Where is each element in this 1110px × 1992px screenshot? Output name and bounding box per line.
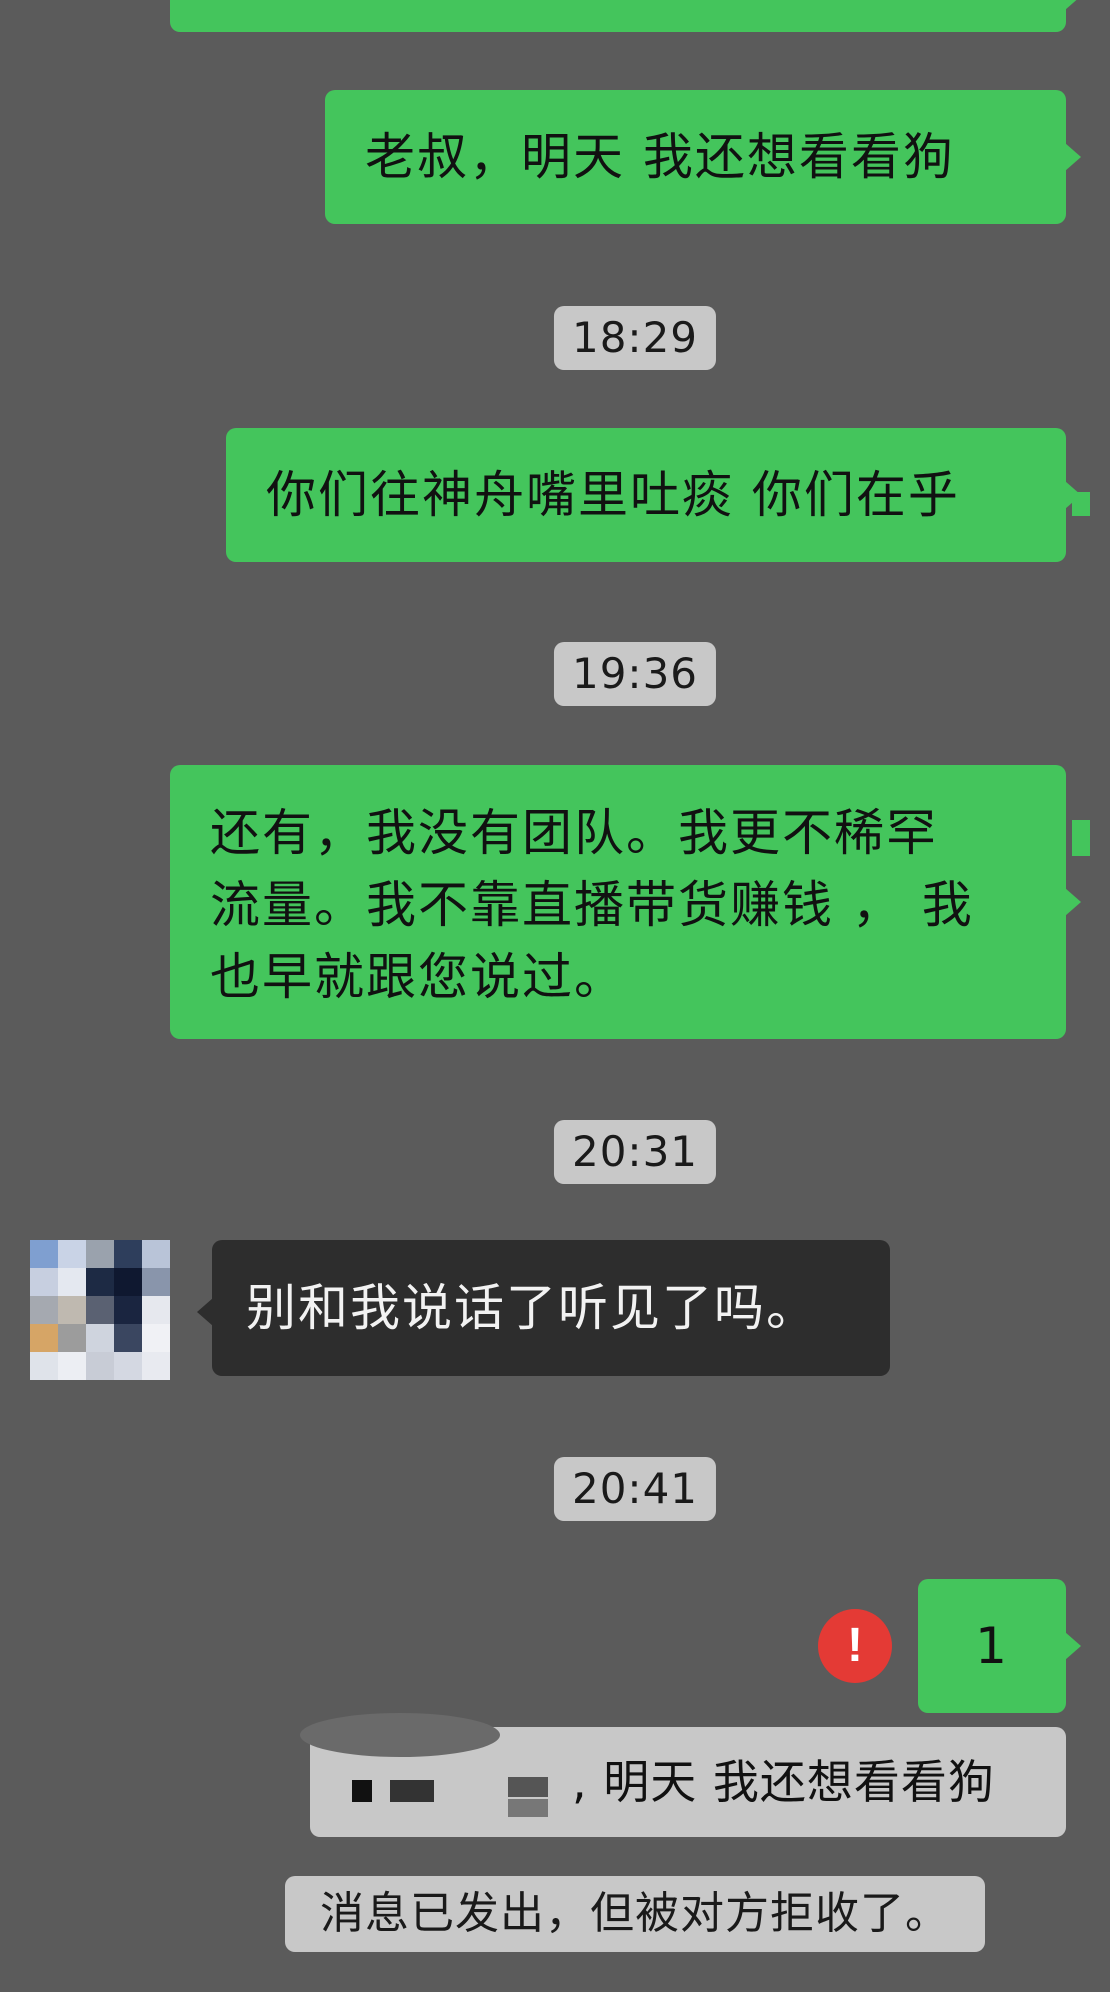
timestamp: 19:36: [553, 642, 717, 706]
message-line: 流量。我不靠直播带货赚钱 ， 我: [210, 876, 974, 934]
message-line: 还有，我没有团队。我更不稀罕: [210, 804, 938, 862]
timestamp: 20:41: [553, 1457, 717, 1521]
send-failed-icon[interactable]: !: [818, 1609, 892, 1683]
contact-avatar[interactable]: [30, 1240, 170, 1380]
outgoing-message[interactable]: 你们往神舟嘴里吐痰 你们在乎: [226, 428, 1081, 562]
timestamp: 18:29: [553, 306, 717, 370]
edge-fragment: [1072, 492, 1090, 516]
message-rejected-notice: 消息已发出，但被对方拒收了。: [285, 1876, 985, 1952]
message-text: 老叔，明天 我还想看看狗: [365, 128, 955, 186]
timestamp: 20:31: [553, 1120, 717, 1184]
chat-view: 老叔，明天 我还想看看狗 18:29 你们往神舟嘴里吐痰 你们在乎 19:36 …: [0, 0, 1110, 1992]
quoted-text: , 明天 我还想看看狗: [572, 1755, 995, 1809]
incoming-message[interactable]: 别和我说话了听见了吗。: [197, 1240, 890, 1376]
message-line: 也早就跟您说过。: [210, 948, 626, 1006]
message-text: 你们往神舟嘴里吐痰 你们在乎: [266, 466, 960, 524]
redacted-name-pixel: [508, 1799, 548, 1817]
message-text: 1: [975, 1617, 1009, 1675]
redacted-name-pixel: [390, 1780, 434, 1802]
outgoing-message[interactable]: 老叔，明天 我还想看看狗: [325, 90, 1081, 224]
redacted-name-blur: [300, 1713, 500, 1757]
outgoing-message[interactable]: 还有，我没有团队。我更不稀罕 流量。我不靠直播带货赚钱 ， 我 也早就跟您说过。: [170, 765, 1081, 1039]
redacted-name-pixel: [352, 1780, 372, 1802]
outgoing-message-partial[interactable]: [170, 0, 1081, 32]
outgoing-message[interactable]: 1: [918, 1579, 1081, 1713]
edge-fragment: [1072, 820, 1090, 856]
message-text: 别和我说话了听见了吗。: [246, 1279, 818, 1337]
quoted-message[interactable]: , 明天 我还想看看狗: [300, 1713, 1066, 1837]
redacted-name-pixel: [508, 1777, 548, 1797]
